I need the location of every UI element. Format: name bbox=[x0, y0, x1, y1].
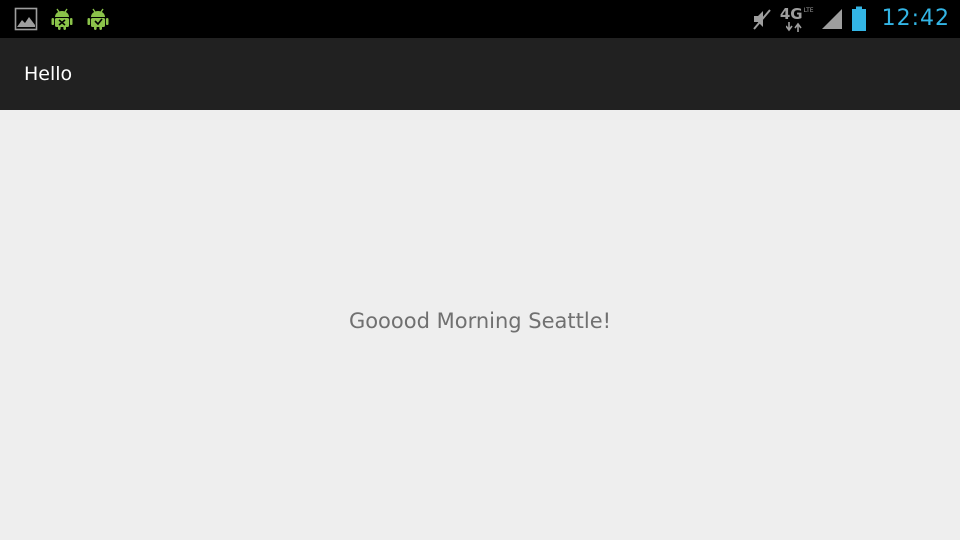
system-icons: 4G LTE 12:42 bbox=[752, 0, 950, 38]
data-activity-icon bbox=[785, 21, 802, 32]
battery-icon bbox=[851, 6, 866, 31]
signal-strength-icon bbox=[821, 9, 842, 29]
greeting-text: Gooood Morning Seattle! bbox=[348, 309, 612, 333]
network-sublabel: LTE bbox=[803, 6, 814, 14]
notification-area bbox=[14, 7, 110, 31]
image-notification-icon bbox=[14, 7, 38, 31]
mute-icon bbox=[753, 9, 771, 30]
page-title: Hello bbox=[24, 63, 73, 85]
network-indicator-4g: 4G LTE bbox=[780, 4, 814, 34]
status-bar: 4G LTE 12:42 bbox=[0, 0, 960, 38]
main-content: Gooood Morning Seattle! bbox=[0, 110, 960, 540]
android-debug-icon bbox=[87, 8, 109, 30]
network-type-label: 4G bbox=[779, 4, 803, 23]
action-bar: Hello bbox=[0, 38, 960, 110]
android-debug-icon bbox=[51, 8, 73, 30]
status-clock: 12:42 bbox=[881, 6, 950, 31]
device-screen: 4G LTE 12:42 Hello Gooood Morning Seattl… bbox=[0, 0, 960, 540]
